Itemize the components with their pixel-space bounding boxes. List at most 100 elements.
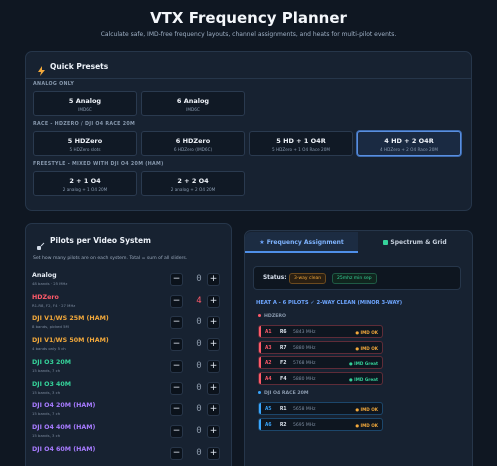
pilot-system-name: DJI O3 40M	[32, 380, 72, 388]
channel-row[interactable]: A6 R2 5695 MHz ● IMD OK	[258, 417, 383, 431]
preset-title: 5 Analog	[68, 97, 102, 105]
decrement-button[interactable]: −	[170, 381, 183, 395]
decrement-button[interactable]: −	[170, 294, 183, 308]
preset-2-1-o4[interactable]: 2 + 1 O4 2 analog + 1 O4 20M	[33, 171, 137, 196]
preset-5hd-1o4r[interactable]: 5 HD + 1 O4R 5 HDZero + 1 O4 Race 20M	[249, 131, 353, 156]
channel-band: R2	[280, 421, 287, 428]
channel-frequency: 5880 MHz	[293, 345, 316, 351]
preset-2-2-o4[interactable]: 2 + 2 O4 2 analog + 2 O4 20M	[141, 171, 245, 196]
channel-imd-status: ● IMD OK	[355, 422, 378, 428]
channel-frequency: 5843 MHz	[293, 330, 316, 335]
status-label: Status:	[263, 275, 287, 281]
pilot-system-sub: 15 bands, 7 ch	[32, 367, 61, 373]
pilot-row: DJI V1/WS 50M (HAM) 4 bands only 5 ch −0 +	[32, 335, 222, 357]
page-subtitle: Calculate safe, IMD-free frequency layou…	[100, 31, 397, 38]
channel-band: F4	[280, 375, 287, 382]
bolt-icon	[37, 61, 46, 76]
pilot-system-name: Analog	[32, 272, 57, 279]
channel-color-bar	[259, 403, 261, 414]
status-badge-sep: 25mhz min sep	[332, 273, 377, 284]
channel-code: A5	[265, 406, 272, 412]
preset-title: 6 Analog	[176, 97, 210, 105]
channel-code: A1	[265, 329, 272, 335]
channel-code: A2	[265, 360, 272, 366]
channel-row[interactable]: A3 R7 5880 MHz ● IMD OK	[258, 340, 383, 354]
pilot-row: DJI O3 40M 15 bands, 3 ch −0 +	[32, 379, 222, 401]
preset-title: 2 + 1 O4	[69, 177, 101, 185]
decrement-button[interactable]: −	[170, 316, 183, 330]
preset-title: 2 + 2 O4	[177, 177, 209, 185]
pilot-row: Analog 48 bands · 25 MHz −0 +	[32, 270, 222, 292]
grid-icon	[383, 240, 389, 245]
preset-sub: 5 HDZero + 1 O4 Race 20M	[272, 147, 330, 152]
channel-imd-status: ● IMD OK	[355, 407, 378, 412]
pilot-system-sub: 15 bands, 3 ch	[32, 432, 61, 438]
preset-title: 4 HD + 2 O4R	[384, 137, 434, 145]
channel-row[interactable]: A1 R6 5843 MHz ● IMD OK	[258, 325, 383, 338]
preset-sub: 2 analog + 2 O4 20M	[170, 187, 216, 192]
channel-code: A4	[265, 375, 272, 382]
preset-sub: IMD6C	[78, 107, 92, 112]
channel-color-bar	[259, 326, 261, 337]
increment-button[interactable]: +	[207, 316, 220, 330]
decrement-button[interactable]: −	[170, 403, 183, 417]
channel-color-bar	[259, 357, 261, 368]
increment-button[interactable]: +	[207, 424, 220, 438]
channel-row[interactable]: A5 R1 5658 MHz ● IMD OK	[258, 402, 383, 415]
pilot-system-name: HDZero	[32, 293, 59, 301]
group-dot	[258, 391, 261, 394]
increment-button[interactable]: +	[207, 446, 220, 460]
pilot-system-sub: 15 bands, 3 ch	[32, 389, 61, 395]
pilot-system-name: DJI O4 60M (HAM)	[32, 445, 96, 453]
increment-button[interactable]: +	[207, 338, 220, 352]
channel-imd-status: ● IMD Great	[349, 376, 378, 382]
decrement-button[interactable]: −	[170, 338, 183, 352]
tab-label: Frequency Assignment	[266, 239, 344, 246]
increment-button[interactable]: +	[207, 381, 220, 395]
channel-row[interactable]: A2 F2 5768 MHz ● IMD Great	[258, 356, 383, 369]
preset-5-analog[interactable]: 5 Analog IMD6C	[33, 91, 137, 116]
channel-imd-status: ● IMD OK	[355, 345, 378, 351]
status-box: Status: 3-way clean 25mhz min sep	[253, 266, 461, 290]
preset-4hd-2o4r[interactable]: 4 HD + 2 O4R 4 HDZero + 2 O4 Race 20M	[357, 131, 461, 156]
channel-imd-status: ● IMD OK	[355, 330, 378, 335]
decrement-button[interactable]: −	[170, 359, 183, 373]
pilot-row: HDZero R1-R8, F2, F4 · 27 MHz −4 +	[32, 292, 222, 314]
pilot-row: DJI O3 20M 15 bands, 7 ch −0 +	[32, 357, 222, 379]
channel-color-bar	[259, 372, 261, 384]
channel-row[interactable]: A4 F4 5880 MHz ● IMD Great	[258, 371, 383, 385]
preset-sub: 2 analog + 1 O4 20M	[62, 187, 108, 192]
channel-color-bar	[259, 418, 261, 430]
increment-button[interactable]: +	[207, 273, 220, 286]
pilots-description: Set how many pilots are on each system. …	[33, 256, 188, 261]
preset-title: 5 HD + 1 O4R	[276, 137, 326, 145]
preset-5-hdzero[interactable]: 5 HDZero 5 HDZero slots	[33, 131, 137, 156]
pilot-system-sub: R1-R8, F2, F4 · 27 MHz	[32, 302, 76, 308]
decrement-button[interactable]: −	[170, 446, 183, 460]
pilot-row: DJI V1/WS 25M (HAM) 8 bands, picked 5M −0 +	[32, 313, 222, 335]
channel-frequency: 5768 MHz	[293, 361, 316, 366]
pilot-system-sub: 4 bands only 5 ch	[32, 346, 66, 352]
tab-frequency-assignment[interactable]: ★ Frequency Assignment	[245, 232, 358, 253]
preset-6-hdzero[interactable]: 6 HDZero 6 HDZero (IMD6C)	[141, 131, 245, 156]
pilot-row: DJI O4 60M (HAM) −0 +	[32, 444, 222, 466]
channel-color-bar	[259, 341, 261, 353]
channel-group-label: DJI O4 RACE 20M	[258, 391, 309, 396]
preset-6-analog[interactable]: 6 Analog IMD6C	[141, 91, 245, 116]
increment-button[interactable]: +	[207, 403, 220, 417]
decrement-button[interactable]: −	[170, 273, 183, 286]
channel-band: R7	[280, 344, 287, 351]
pilot-row: DJI O4 40M (HAM) 15 bands, 3 ch −0 +	[32, 422, 222, 444]
tab-spectrum-grid[interactable]: Spectrum & Grid	[358, 232, 472, 253]
preset-title: 6 HDZero	[175, 137, 211, 145]
section-label-freestyle: FREESTYLE - MIXED WITH DJI O4 20M (HAM)	[33, 162, 164, 167]
channel-code: A3	[265, 344, 272, 351]
increment-button[interactable]: +	[207, 294, 220, 308]
channel-frequency: 5880 MHz	[293, 376, 316, 382]
channel-band: R6	[280, 329, 287, 335]
tab-label: Spectrum & Grid	[390, 239, 447, 246]
channel-band: F2	[280, 360, 287, 366]
increment-button[interactable]: +	[207, 359, 220, 373]
channel-imd-status: ● IMD Great	[349, 361, 378, 366]
decrement-button[interactable]: −	[170, 424, 183, 438]
